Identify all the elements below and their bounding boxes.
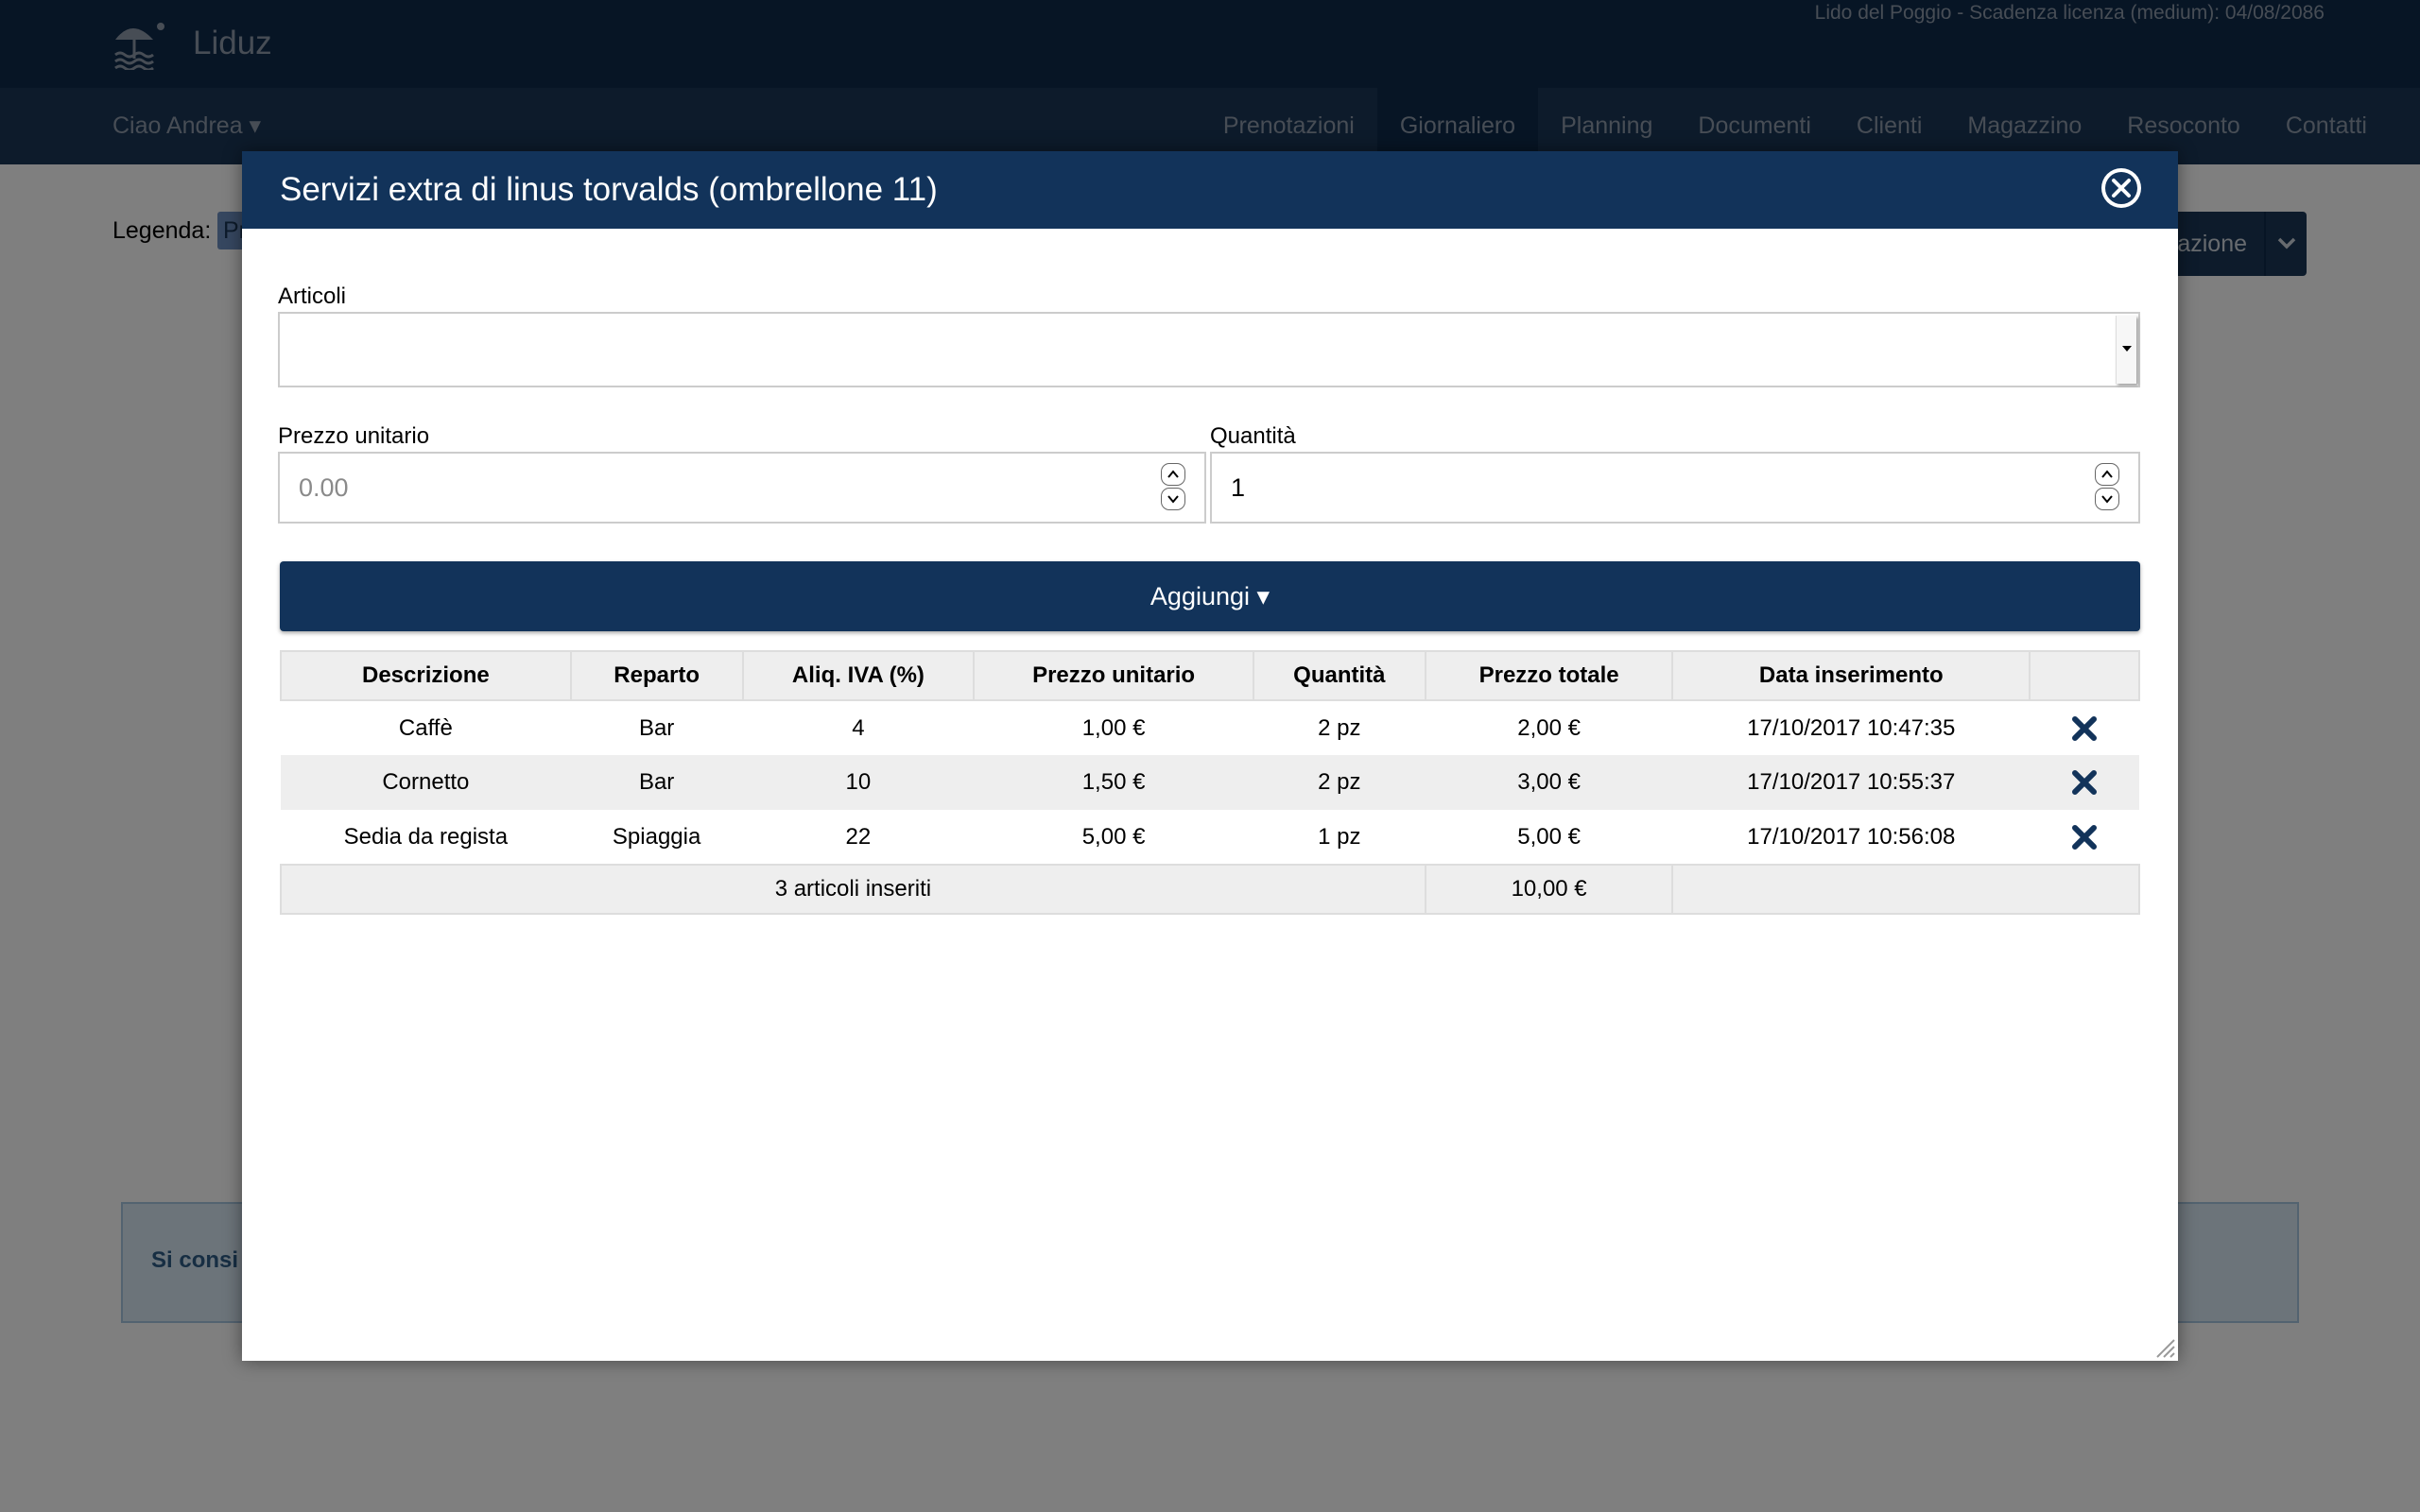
column-header-quantita[interactable]: Quantità xyxy=(1252,650,1426,701)
quantita-value: 1 xyxy=(1231,473,1246,502)
quantita-label: Quantità xyxy=(1210,423,1296,449)
footer-empty xyxy=(1671,864,2140,915)
column-header-data-inserimento[interactable]: Data inserimento xyxy=(1671,650,2031,701)
cell-prezzo-totale: 5,00 € xyxy=(1517,823,1581,850)
column-header-aliq-iva[interactable]: Aliq. IVA (%) xyxy=(741,650,976,701)
add-button[interactable]: Aggiungi ▾ xyxy=(280,561,2140,631)
cell-reparto: Bar xyxy=(570,755,743,810)
cell-delete xyxy=(2030,700,2139,755)
chevron-down-icon xyxy=(2101,495,2113,504)
prezzo-unitario-input[interactable]: 0.00 xyxy=(278,452,1206,524)
cell-descrizione: Cornetto xyxy=(281,755,571,810)
cell-prezzo-totale: 3,00 € xyxy=(1425,755,1673,810)
cell-quantita: 2 pz xyxy=(1253,755,1426,810)
delete-x-icon[interactable] xyxy=(2070,768,2099,797)
cell-descrizione: Caffè xyxy=(398,714,453,741)
cell-reparto: Bar xyxy=(638,714,675,741)
prezzo-label: Prezzo unitario xyxy=(278,423,430,449)
decrement-button[interactable] xyxy=(2095,488,2119,510)
cell-delete xyxy=(2030,755,2139,810)
increment-button[interactable] xyxy=(1161,463,1185,486)
footer-count: 3 articoli inseriti xyxy=(280,864,1426,915)
cell-data-inserimento: 17/10/2017 10:47:35 xyxy=(1747,714,1956,741)
table-row: Sedia da regista Spiaggia 22 5,00 € 1 pz… xyxy=(281,810,2139,865)
cell-aliq-iva: 4 xyxy=(852,714,865,741)
delete-x-icon[interactable] xyxy=(2070,823,2099,851)
chevron-up-icon xyxy=(1167,470,1179,478)
decrement-button[interactable] xyxy=(1161,488,1185,510)
footer-total: 10,00 € xyxy=(1424,864,1674,915)
cell-aliq-iva: 22 xyxy=(845,823,872,850)
cell-prezzo-unitario: 1,50 € xyxy=(974,755,1253,810)
table-row: Cornetto Bar 10 1,50 € 2 pz 3,00 € 17/10… xyxy=(281,755,2139,810)
chevron-up-icon xyxy=(2101,470,2113,478)
cell-data-inserimento: 17/10/2017 10:55:37 xyxy=(1672,755,2031,810)
column-header-reparto[interactable]: Reparto xyxy=(569,650,744,701)
resize-grip-icon[interactable] xyxy=(2152,1334,2176,1359)
column-header-prezzo-totale[interactable]: Prezzo totale xyxy=(1424,650,1674,701)
chevron-down-icon xyxy=(1167,495,1179,504)
column-header-prezzo-unitario[interactable]: Prezzo unitario xyxy=(973,650,1254,701)
cell-data-inserimento: 17/10/2017 10:56:08 xyxy=(1747,823,1956,850)
dialog-header: Servizi extra di linus torvalds (ombrell… xyxy=(242,151,2178,229)
chevron-down-icon[interactable] xyxy=(2116,316,2136,384)
quantita-input[interactable]: 1 xyxy=(1210,452,2140,524)
column-header-descrizione[interactable]: Descrizione xyxy=(280,650,572,701)
cell-reparto: Spiaggia xyxy=(612,823,701,850)
close-button[interactable] xyxy=(2101,168,2141,208)
cell-prezzo-totale: 2,00 € xyxy=(1517,714,1581,741)
table-header-row: Descrizione Reparto Aliq. IVA (%) Prezzo… xyxy=(280,650,2140,701)
close-icon xyxy=(2105,172,2137,204)
cell-delete xyxy=(2030,810,2139,865)
cell-descrizione: Sedia da regista xyxy=(343,823,509,850)
extra-services-table: Descrizione Reparto Aliq. IVA (%) Prezzo… xyxy=(280,650,2140,915)
delete-x-icon[interactable] xyxy=(2070,714,2099,743)
articoli-label: Articoli xyxy=(278,284,347,309)
table-footer-row: 3 articoli inseriti 10,00 € xyxy=(280,864,2140,915)
prezzo-unitario-placeholder: 0.00 xyxy=(299,473,349,502)
table-row: Caffè Bar 4 1,00 € 2 pz 2,00 € 17/10/201… xyxy=(281,700,2139,755)
dialog-title: Servizi extra di linus torvalds (ombrell… xyxy=(280,171,938,208)
cell-quantita: 1 pz xyxy=(1318,823,1361,850)
cell-prezzo-unitario: 1,00 € xyxy=(1081,714,1146,741)
cell-prezzo-unitario: 5,00 € xyxy=(1081,823,1146,850)
column-header-actions xyxy=(2029,650,2140,701)
increment-button[interactable] xyxy=(2095,463,2119,486)
articoli-select[interactable] xyxy=(278,312,2140,387)
cell-aliq-iva: 10 xyxy=(742,755,975,810)
cell-quantita: 2 pz xyxy=(1318,714,1361,741)
extra-services-dialog: Servizi extra di linus torvalds (ombrell… xyxy=(242,151,2178,1361)
